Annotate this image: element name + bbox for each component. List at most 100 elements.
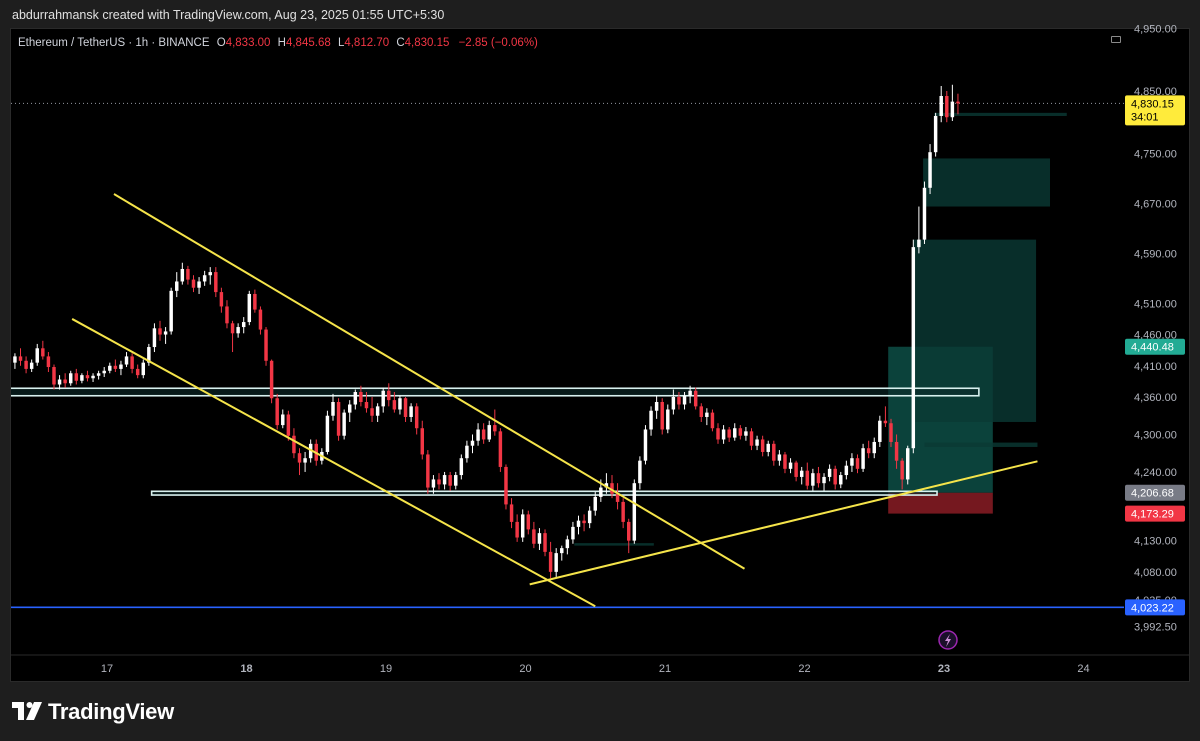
candle	[29, 359, 34, 373]
y-tick-label: 4,510.00	[1134, 298, 1177, 310]
candle-body	[269, 360, 274, 399]
candle	[80, 373, 84, 384]
candle	[950, 84, 955, 121]
candle-body	[158, 328, 162, 335]
candle-body	[744, 431, 748, 436]
candle-body	[431, 479, 436, 488]
candle-body	[454, 475, 458, 486]
candle-body	[481, 429, 486, 440]
candle-body	[682, 395, 687, 405]
candle	[705, 408, 709, 426]
candle	[253, 289, 257, 313]
price-axis: 4,950.004,850.004,750.004,670.004,590.00…	[1124, 24, 1189, 655]
candle-body	[822, 476, 826, 484]
candle-body	[41, 348, 45, 357]
open-value: 4,833.00	[225, 37, 271, 49]
price-badge-label: 4,206.68	[1131, 488, 1174, 500]
footer	[0, 684, 1200, 741]
candle	[560, 545, 564, 561]
collapse-legend-icon[interactable]	[1111, 36, 1121, 43]
candle-body	[593, 496, 597, 511]
candle-body	[710, 412, 715, 429]
candle	[827, 464, 832, 482]
trendline-channel-lower	[71, 318, 596, 608]
candle	[186, 265, 190, 285]
candle-body	[119, 364, 123, 369]
candle-body	[130, 356, 134, 369]
candle-body	[29, 362, 34, 369]
candle	[152, 323, 157, 353]
price-badge-last: 4,830.1534:01	[1125, 95, 1185, 126]
candle	[855, 454, 860, 474]
candle-body	[387, 390, 391, 401]
candle	[799, 466, 804, 485]
candle-body	[933, 115, 938, 153]
candle-body	[693, 390, 698, 407]
candle-body	[827, 468, 832, 477]
candle	[398, 395, 402, 415]
candle	[498, 428, 503, 472]
candle-body	[292, 435, 296, 454]
candle-body	[548, 551, 553, 572]
zone-resistance-turned-support	[11, 387, 980, 397]
candle-body	[46, 356, 51, 368]
candle	[236, 323, 240, 338]
candle-body	[498, 431, 503, 467]
candle	[476, 423, 480, 446]
candle	[777, 450, 782, 466]
candle	[744, 426, 748, 441]
candle	[247, 290, 252, 326]
candle	[470, 434, 475, 454]
candle-body	[108, 365, 112, 371]
candle-body	[35, 348, 39, 363]
price-chart[interactable]: 4,950.004,850.004,750.004,670.004,590.00…	[0, 0, 1200, 741]
candle-body	[202, 275, 207, 282]
candle-body	[783, 454, 787, 469]
candle-body	[504, 466, 508, 505]
y-tick-label: 4,360.00	[1134, 392, 1177, 404]
candle-body	[253, 293, 257, 310]
candle-body	[677, 397, 681, 405]
y-tick-label: 4,130.00	[1134, 536, 1177, 548]
candle-body	[297, 453, 302, 463]
candle	[459, 454, 464, 480]
candle	[487, 420, 491, 442]
high-label: H	[277, 37, 286, 49]
candle-body	[85, 375, 90, 379]
candle	[699, 403, 703, 422]
candle	[325, 410, 330, 455]
candle-body	[755, 439, 759, 446]
candle-body	[554, 553, 558, 572]
target-line-4	[924, 442, 1038, 447]
candle-body	[476, 429, 480, 441]
candle-body	[861, 448, 865, 469]
y-tick-label: 4,300.00	[1134, 429, 1177, 441]
candle	[861, 443, 865, 472]
candle-body	[883, 420, 888, 424]
candle-body	[576, 520, 581, 527]
candle	[169, 287, 173, 335]
candle-body	[375, 406, 380, 416]
candle	[794, 460, 798, 482]
candle	[13, 353, 17, 369]
candle-body	[186, 268, 190, 280]
candle	[548, 541, 553, 579]
candle	[387, 383, 391, 407]
candle-body	[24, 360, 28, 369]
candle	[571, 521, 575, 544]
candle	[727, 426, 731, 442]
candle	[124, 352, 129, 368]
candle	[269, 359, 274, 404]
candle-body	[359, 392, 363, 402]
candle	[420, 420, 424, 460]
candle-body	[532, 529, 536, 544]
change-value: −2.85 (−0.06%)	[458, 37, 538, 49]
candle	[587, 506, 592, 529]
candle-body	[866, 448, 871, 454]
candle	[883, 406, 888, 427]
candle	[933, 112, 938, 157]
price-badge-green: 4,440.48	[1125, 338, 1185, 355]
candle	[297, 448, 302, 476]
candle	[24, 356, 28, 374]
target-zone-3	[923, 158, 1051, 207]
